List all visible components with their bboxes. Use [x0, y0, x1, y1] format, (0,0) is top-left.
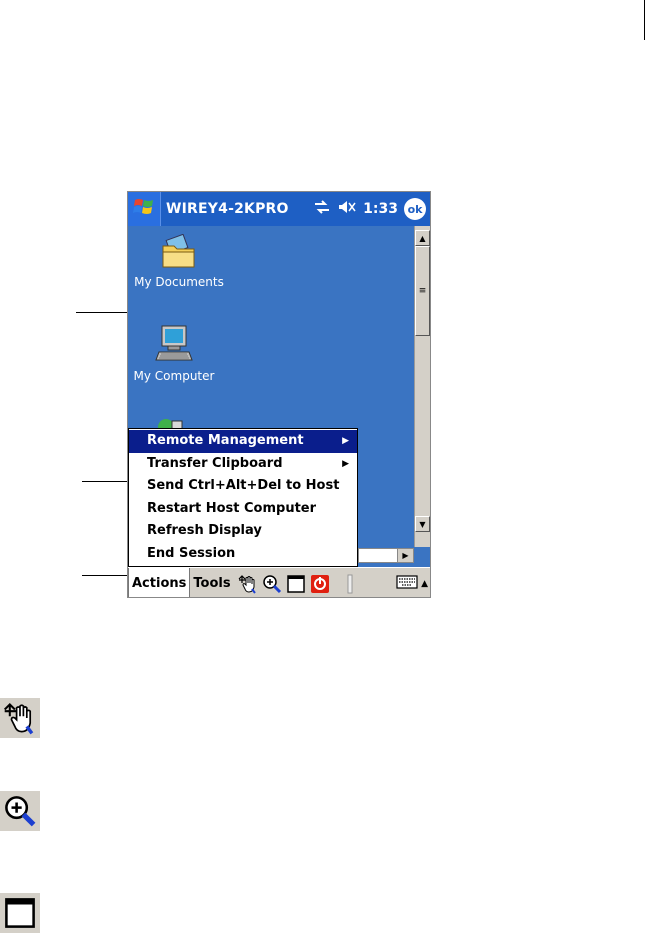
menu-item-label: Restart Host Computer [147, 500, 317, 516]
folder-icon [160, 233, 198, 273]
submenu-arrow-icon: ▶ [342, 436, 349, 446]
menu-item-label: Refresh Display [147, 523, 262, 539]
windows-start-icon [133, 197, 155, 221]
input-panel-arrow-icon[interactable]: ▲ [421, 579, 428, 589]
vertical-scrollbar[interactable]: ▲ ≡ ▼ [414, 226, 430, 547]
callout-line-menu [82, 481, 132, 482]
desktop-icon-label: My Computer [133, 369, 215, 383]
pan-hand-icon[interactable] [238, 574, 258, 594]
keyboard-icon[interactable] [396, 574, 418, 594]
submenu-arrow-icon: ▶ [342, 458, 349, 469]
scroll-down-button[interactable]: ▼ [415, 516, 430, 532]
arrow-down-icon: ▼ [419, 519, 426, 529]
connectivity-icon[interactable] [313, 199, 331, 219]
grip-icon: ≡ [418, 286, 427, 296]
window-title: WIREY4-2KPRO [166, 201, 289, 217]
pocket-pc-screen: WIREY4-2KPRO 1:33 ok My Documents My Com… [127, 191, 431, 598]
legend-pan-hand-icon [0, 698, 40, 738]
menu-item-restart-host[interactable]: Restart Host Computer [129, 498, 357, 521]
legend-window-icon [0, 893, 40, 933]
desktop-icon-my-computer[interactable]: My Computer [129, 324, 219, 383]
speaker-muted-icon[interactable] [337, 199, 357, 219]
page-edge-rule [644, 0, 645, 40]
horizontal-scrollbar[interactable]: ▶ [358, 548, 414, 563]
menu-item-send-ctrl-alt-del[interactable]: Send Ctrl+Alt+Del to Host [129, 475, 357, 498]
menu-item-end-session[interactable]: End Session [129, 543, 357, 566]
computer-icon [154, 325, 194, 367]
power-icon[interactable] [310, 574, 330, 594]
menu-item-label: Remote Management [147, 433, 304, 448]
clock[interactable]: 1:33 [363, 201, 398, 217]
scroll-right-button[interactable]: ▶ [397, 549, 413, 562]
window-icon[interactable] [286, 574, 306, 594]
start-button[interactable] [128, 192, 161, 226]
desktop-icon-label: My Documents [134, 275, 224, 289]
arrow-right-icon: ▶ [402, 551, 409, 560]
menu-item-refresh-display[interactable]: Refresh Display [129, 520, 357, 543]
menu-item-label: End Session [147, 545, 236, 561]
ok-button[interactable]: ok [404, 198, 426, 220]
zoom-icon[interactable] [262, 574, 282, 594]
legend-zoom-icon [0, 791, 40, 831]
scroll-up-button[interactable]: ▲ [415, 230, 430, 246]
desktop-icon-my-documents[interactable]: My Documents [129, 233, 229, 289]
menu-item-remote-management[interactable]: Remote Management ▶ [129, 430, 357, 453]
callout-line-commandbar [82, 575, 132, 576]
menu-item-label: Send Ctrl+Alt+Del to Host [147, 478, 340, 494]
menu-item-label: Transfer Clipboard [147, 455, 283, 471]
arrow-up-icon: ▲ [419, 233, 426, 243]
actions-menu-button[interactable]: Actions [128, 568, 191, 597]
scroll-thumb[interactable]: ≡ [415, 246, 430, 336]
tools-menu-button[interactable]: Tools [190, 568, 233, 597]
slider-icon[interactable] [340, 574, 360, 594]
command-bar: Actions Tools ▲ [128, 567, 430, 597]
actions-menu: Remote Management ▶ Transfer Clipboard ▶… [128, 428, 358, 567]
title-bar: WIREY4-2KPRO 1:33 ok [128, 192, 430, 226]
menu-item-transfer-clipboard[interactable]: Transfer Clipboard ▶ [129, 453, 357, 476]
